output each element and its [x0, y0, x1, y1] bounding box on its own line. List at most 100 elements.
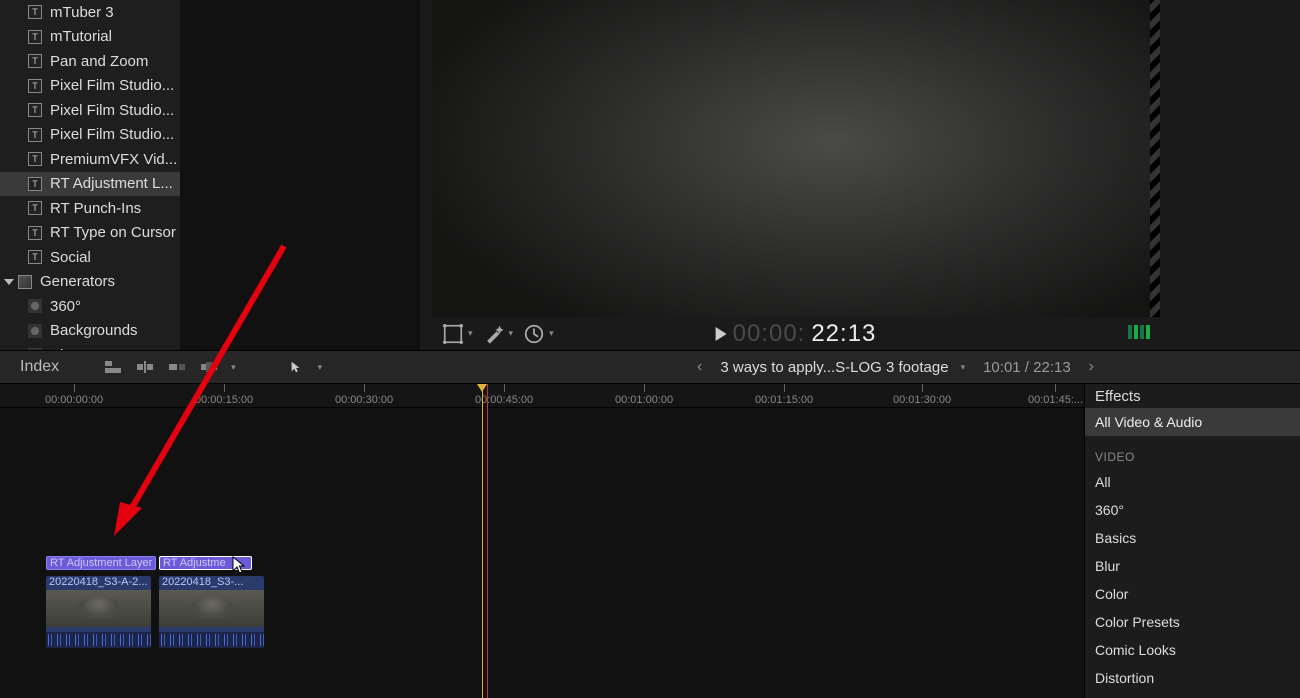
- chevron-down-icon[interactable]: ▾: [549, 328, 554, 339]
- effects-category-item[interactable]: Comic Looks: [1085, 636, 1300, 664]
- sidebar-item-title[interactable]: T RT Adjustment L...: [0, 172, 180, 197]
- browser-sidebar: TmTuber 3TmTutorialTPan and ZoomTPixel F…: [0, 0, 180, 350]
- timeline-area[interactable]: RT Adjustment LayerRT Adjustme 20220418_S…: [0, 408, 1084, 698]
- retime-tool-button[interactable]: [523, 323, 545, 345]
- audio-meters: [1128, 325, 1150, 339]
- viewer-toolbar: ▾ ▾ ▾ 00:00:22:13: [432, 317, 1160, 350]
- sidebar-item-label: RT Type on Cursor: [50, 224, 176, 241]
- effects-category-selected[interactable]: All Video & Audio: [1085, 408, 1300, 436]
- ruler-label: 00:00:00:00: [45, 394, 103, 406]
- clip-thumbnail: [46, 590, 151, 632]
- title-icon: T: [28, 54, 42, 68]
- timecode-prefix: 00:00:: [733, 320, 806, 348]
- sidebar-item-title[interactable]: T Pixel Film Studio...: [0, 74, 180, 99]
- effects-panel: Effects All Video & Audio VIDEO All360°B…: [1084, 384, 1300, 698]
- sidebar-group-label: Generators: [40, 273, 115, 290]
- append-clip-icon[interactable]: [167, 359, 187, 375]
- sidebar-item-title[interactable]: T Pixel Film Studio...: [0, 98, 180, 123]
- sidebar-item-label: Pixel Film Studio...: [50, 102, 174, 119]
- chevron-down-icon[interactable]: ▾: [468, 328, 473, 339]
- chevron-down-icon[interactable]: ▾: [318, 362, 323, 373]
- next-edit-button[interactable]: ›: [1083, 358, 1100, 376]
- sidebar-item-label: RT Adjustment L...: [50, 175, 173, 192]
- viewer-panel: ▾ ▾ ▾ 00:00:22:13: [432, 0, 1160, 350]
- adjustment-layer-clip[interactable]: RT Adjustme: [159, 556, 252, 570]
- insert-clip-icon[interactable]: [135, 359, 155, 375]
- ruler-label: 00:01:15:00: [755, 394, 813, 406]
- sidebar-item-label: PremiumVFX Vid...: [50, 151, 177, 168]
- sidebar-item-generator[interactable]: Backgrounds: [0, 319, 180, 344]
- ruler-mark: 00:01:15:00: [755, 384, 813, 407]
- sidebar-item-title[interactable]: T RT Punch-Ins: [0, 196, 180, 221]
- title-icon: T: [28, 201, 42, 215]
- ruler-mark: 00:00:30:00: [335, 384, 393, 407]
- sidebar-item-label: Backgrounds: [50, 322, 138, 339]
- title-icon: T: [28, 79, 42, 93]
- project-name-label[interactable]: 3 ways to apply...S-LOG 3 footage: [720, 359, 948, 376]
- chevron-down-icon[interactable]: ▾: [509, 328, 514, 339]
- sidebar-item-title[interactable]: T RT Type on Cursor: [0, 221, 180, 246]
- sidebar-item-title[interactable]: TmTutorial: [0, 25, 180, 50]
- clip-audio-waveform: [159, 632, 264, 648]
- sidebar-item-title[interactable]: TPixel Film Studio...: [0, 123, 180, 148]
- generator-icon: [28, 299, 42, 313]
- clip-audio-waveform: [46, 632, 151, 648]
- sidebar-item-title[interactable]: TPremiumVFX Vid...: [0, 147, 180, 172]
- effects-header: Effects: [1085, 384, 1300, 408]
- video-clip[interactable]: 20220418_S3-A-2...: [46, 576, 151, 648]
- chevron-down-icon[interactable]: ▾: [231, 362, 236, 373]
- effects-category-item[interactable]: Color: [1085, 580, 1300, 608]
- effects-category-item[interactable]: Distortion: [1085, 664, 1300, 692]
- chevron-down-icon[interactable]: ▾: [961, 362, 966, 373]
- skimmer: [487, 384, 488, 698]
- disclosure-triangle-icon: [4, 279, 14, 285]
- generators-icon: [18, 275, 32, 289]
- ruler-label: 00:00:30:00: [335, 394, 393, 406]
- sidebar-item-label: RT Punch-Ins: [50, 200, 141, 217]
- overwrite-clip-icon[interactable]: [199, 359, 219, 375]
- sidebar-item-generator[interactable]: Elements: [0, 343, 180, 350]
- effects-category-item[interactable]: Color Presets: [1085, 608, 1300, 636]
- enhance-tool-button[interactable]: [483, 323, 505, 345]
- title-icon: T: [28, 5, 42, 19]
- clip-name-label: 20220418_S3-A-2...: [46, 576, 151, 590]
- sidebar-item-title[interactable]: T Social: [0, 245, 180, 270]
- title-icon: T: [28, 177, 42, 191]
- effects-category-item[interactable]: Blur: [1085, 552, 1300, 580]
- timecode-value: 22:13: [811, 320, 876, 348]
- prev-edit-button[interactable]: ‹: [691, 358, 708, 376]
- sidebar-item-label: Pixel Film Studio...: [50, 77, 174, 94]
- title-icon: T: [28, 30, 42, 44]
- viewer-canvas[interactable]: [432, 0, 1160, 317]
- sidebar-item-label: Pixel Film Studio...: [50, 126, 174, 143]
- video-clip[interactable]: 20220418_S3-...: [159, 576, 264, 648]
- select-tool-button[interactable]: [286, 359, 306, 375]
- playhead[interactable]: [482, 384, 483, 698]
- sidebar-item-title[interactable]: TmTuber 3: [0, 0, 180, 25]
- sidebar-item-generator[interactable]: 360°: [0, 294, 180, 319]
- play-button[interactable]: [716, 327, 727, 341]
- clip-thumbnail: [159, 590, 264, 632]
- effects-group-label: VIDEO: [1085, 436, 1300, 468]
- sidebar-item-title[interactable]: TPan and Zoom: [0, 49, 180, 74]
- adjustment-layer-clip[interactable]: RT Adjustment Layer: [46, 556, 156, 570]
- ruler-mark: 00:01:45:...: [1028, 384, 1083, 407]
- title-icon: T: [28, 226, 42, 240]
- timeline-ruler[interactable]: 00:00:00:0000:00:15:0000:00:30:0000:00:4…: [0, 384, 1084, 408]
- ruler-mark: 00:00:15:00: [195, 384, 253, 407]
- effects-category-item[interactable]: 360°: [1085, 496, 1300, 524]
- effects-category-item[interactable]: All: [1085, 468, 1300, 496]
- ruler-label: 00:01:45:...: [1028, 394, 1083, 406]
- effects-category-item[interactable]: Basics: [1085, 524, 1300, 552]
- generator-icon: [28, 324, 42, 338]
- browser-content-area: [180, 0, 420, 350]
- sidebar-group-generators[interactable]: Generators: [0, 270, 180, 295]
- title-icon: T: [28, 250, 42, 264]
- title-icon: T: [28, 103, 42, 117]
- timeline-toolbar: Index ▾ ▾ ‹ 3 ways to apply...S-LOG 3 fo…: [0, 350, 1300, 384]
- transform-tool-button[interactable]: [442, 323, 464, 345]
- connect-clip-icon[interactable]: [103, 359, 123, 375]
- sidebar-item-label: mTutorial: [50, 28, 112, 45]
- index-button[interactable]: Index: [20, 358, 59, 376]
- sidebar-item-label: Social: [50, 249, 91, 266]
